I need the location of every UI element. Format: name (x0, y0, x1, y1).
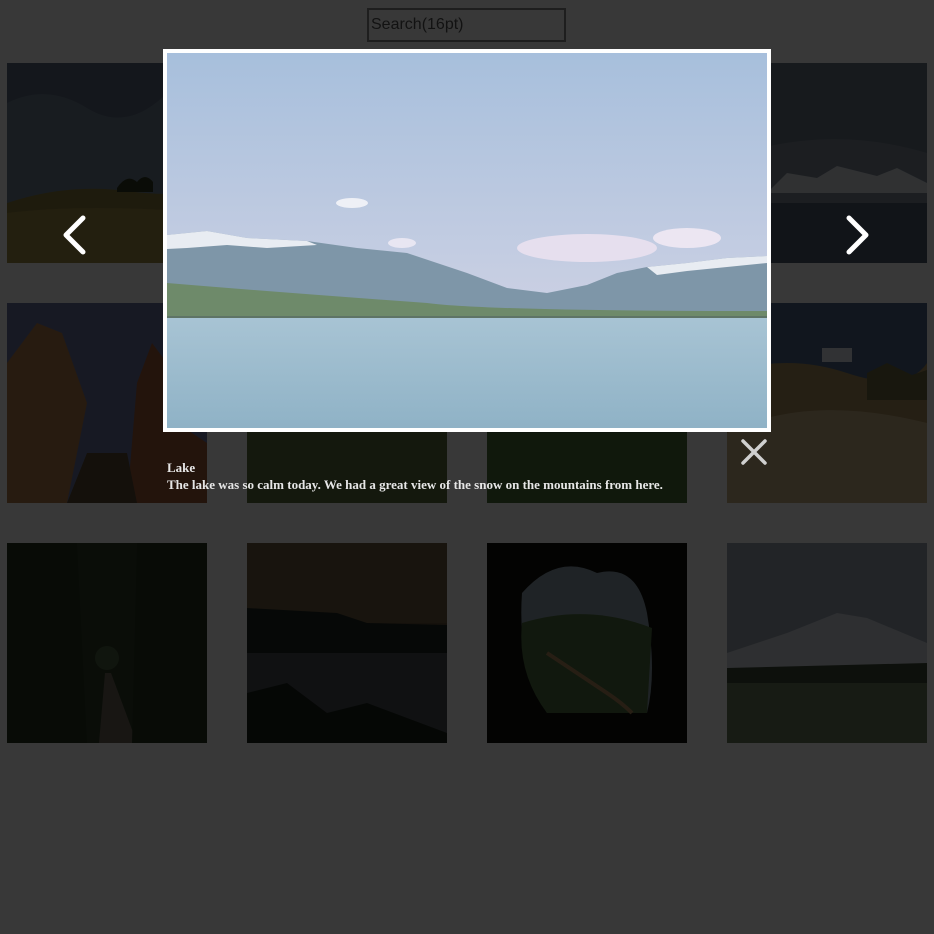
lightbox-image-frame (163, 49, 771, 432)
lightbox-caption: Lake The lake was so calm today. We had … (167, 459, 727, 493)
lightbox-description: The lake was so calm today. We had a gre… (167, 477, 663, 492)
previous-image-button[interactable] (54, 210, 94, 260)
chevron-right-icon (846, 215, 869, 255)
close-icon (741, 439, 767, 465)
next-image-button[interactable] (838, 210, 878, 260)
close-button[interactable] (738, 436, 770, 468)
lightbox-title: Lake (167, 460, 196, 475)
gallery-page: Lake The lake was so calm today. We had … (0, 0, 934, 934)
lake-full-image (167, 53, 767, 428)
chevron-left-icon (63, 215, 86, 255)
